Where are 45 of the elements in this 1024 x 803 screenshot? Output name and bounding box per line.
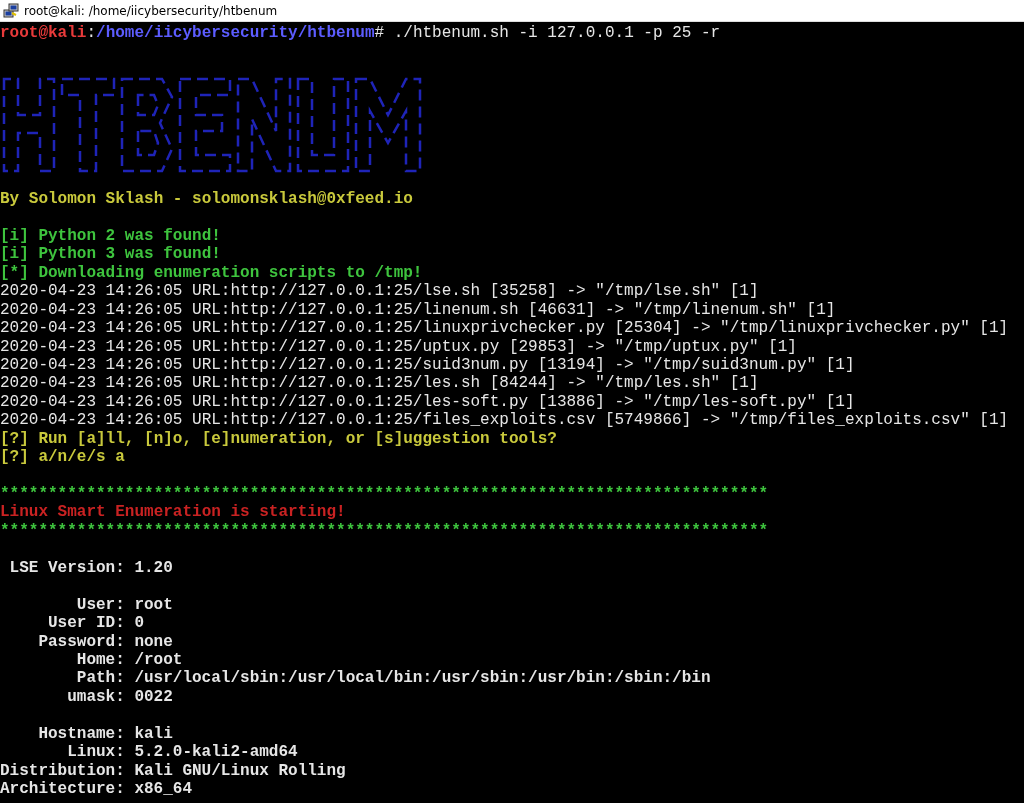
command-text: # ./htbenum.sh -i 127.0.0.1 -p 25 -r bbox=[374, 24, 721, 43]
prompt-question: [?] a/n/e/s a bbox=[0, 448, 125, 467]
prompt-user: root@kali bbox=[0, 24, 87, 43]
window-title: root@kali: /home/iicybersecurity/htbenum bbox=[24, 3, 278, 18]
computers-icon bbox=[3, 2, 19, 19]
field-label: Architecture: bbox=[0, 780, 125, 799]
field-label: User: bbox=[75, 595, 125, 615]
prompt-separator: : bbox=[86, 24, 97, 43]
field-value: x86_64 bbox=[134, 780, 192, 799]
field-value: 5.2.0-kali2-amd64 bbox=[134, 743, 298, 762]
field-value: /root bbox=[134, 650, 183, 670]
log-line: 2020-04-23 14:26:05 URL:http://127.0.0.1:25/linenum.sh [46631] -> "/tmp/linenum.sh" [1] bbox=[0, 300, 836, 320]
field-label: Home: bbox=[75, 650, 125, 670]
field-label: Password: bbox=[37, 632, 125, 651]
log-line: 2020-04-23 14:26:05 URL:http://127.0.0.1:25/les-soft.py [13886] -> "/tmp/les-soft.py" [1] bbox=[0, 392, 855, 412]
field-value: /usr/local/sbin:/usr/local/bin:/usr/sbin:/usr/bin:/sbin:/bin bbox=[134, 669, 711, 688]
log-line: 2020-04-23 14:26:05 URL:http://127.0.0.1:25/uptux.py [29853] -> "/tmp/uptux.py" [1] bbox=[0, 337, 797, 356]
log-line: 2020-04-23 14:26:05 URL:http://127.0.0.1:25/files_exploits.csv [5749866] -> "/tmp/files_exploits.csv" [1] bbox=[0, 411, 1009, 430]
log-line: 2020-04-23 14:26:05 URL:http://127.0.0.1:25/linuxprivchecker.py [25304] -> "/tmp/linuxprivchecker.py" [1] bbox=[0, 319, 1009, 338]
field-value: 0022 bbox=[134, 687, 173, 707]
credit-line: By Solomon Sklash - solomonsklash@0xfeed.io bbox=[0, 190, 413, 209]
log-line: 2020-04-23 14:26:05 URL:http://127.0.0.1:25/lse.sh [35258] -> "/tmp/lse.sh" [1] bbox=[0, 282, 759, 301]
section-heading: Linux Smart Enumeration is starting! bbox=[0, 503, 346, 522]
field-value: root bbox=[134, 595, 173, 615]
field-value: 0 bbox=[134, 614, 144, 633]
separator-rule: ******************************************************************************** bbox=[0, 485, 769, 504]
field-label: Linux: bbox=[66, 743, 125, 762]
field-label: User ID: bbox=[47, 614, 125, 633]
field-value: 1.20 bbox=[134, 558, 173, 578]
field-label: Distribution: bbox=[0, 761, 125, 781]
status-line: [*] Downloading enumeration scripts to /tmp! bbox=[0, 263, 423, 283]
field-value: kali bbox=[134, 724, 173, 744]
field-label: LSE Version: bbox=[8, 558, 125, 578]
prompt-question: [?] Run [a]ll, [n]o, [e]numeration, or [s]uggestion tools? bbox=[0, 429, 557, 449]
prompt-path: /home/iicybersecurity/htbenum bbox=[96, 24, 375, 43]
log-line: 2020-04-23 14:26:05 URL:http://127.0.0.1:25/suid3num.py [13194] -> "/tmp/suid3num.py" [1] bbox=[0, 355, 855, 375]
status-line: [i] Python 2 was found! bbox=[0, 226, 221, 246]
separator-rule: ******************************************************************************** bbox=[0, 521, 769, 541]
field-value: none bbox=[134, 632, 173, 651]
field-label: Hostname: bbox=[37, 724, 125, 744]
field-label: Path: bbox=[75, 669, 125, 688]
status-line: [i] Python 3 was found! bbox=[0, 245, 221, 264]
log-line: 2020-04-23 14:26:05 URL:http://127.0.0.1:25/les.sh [84244] -> "/tmp/les.sh" [1] bbox=[0, 374, 759, 393]
field-label: umask: bbox=[66, 687, 125, 707]
field-value: Kali GNU/Linux Rolling bbox=[134, 761, 346, 781]
